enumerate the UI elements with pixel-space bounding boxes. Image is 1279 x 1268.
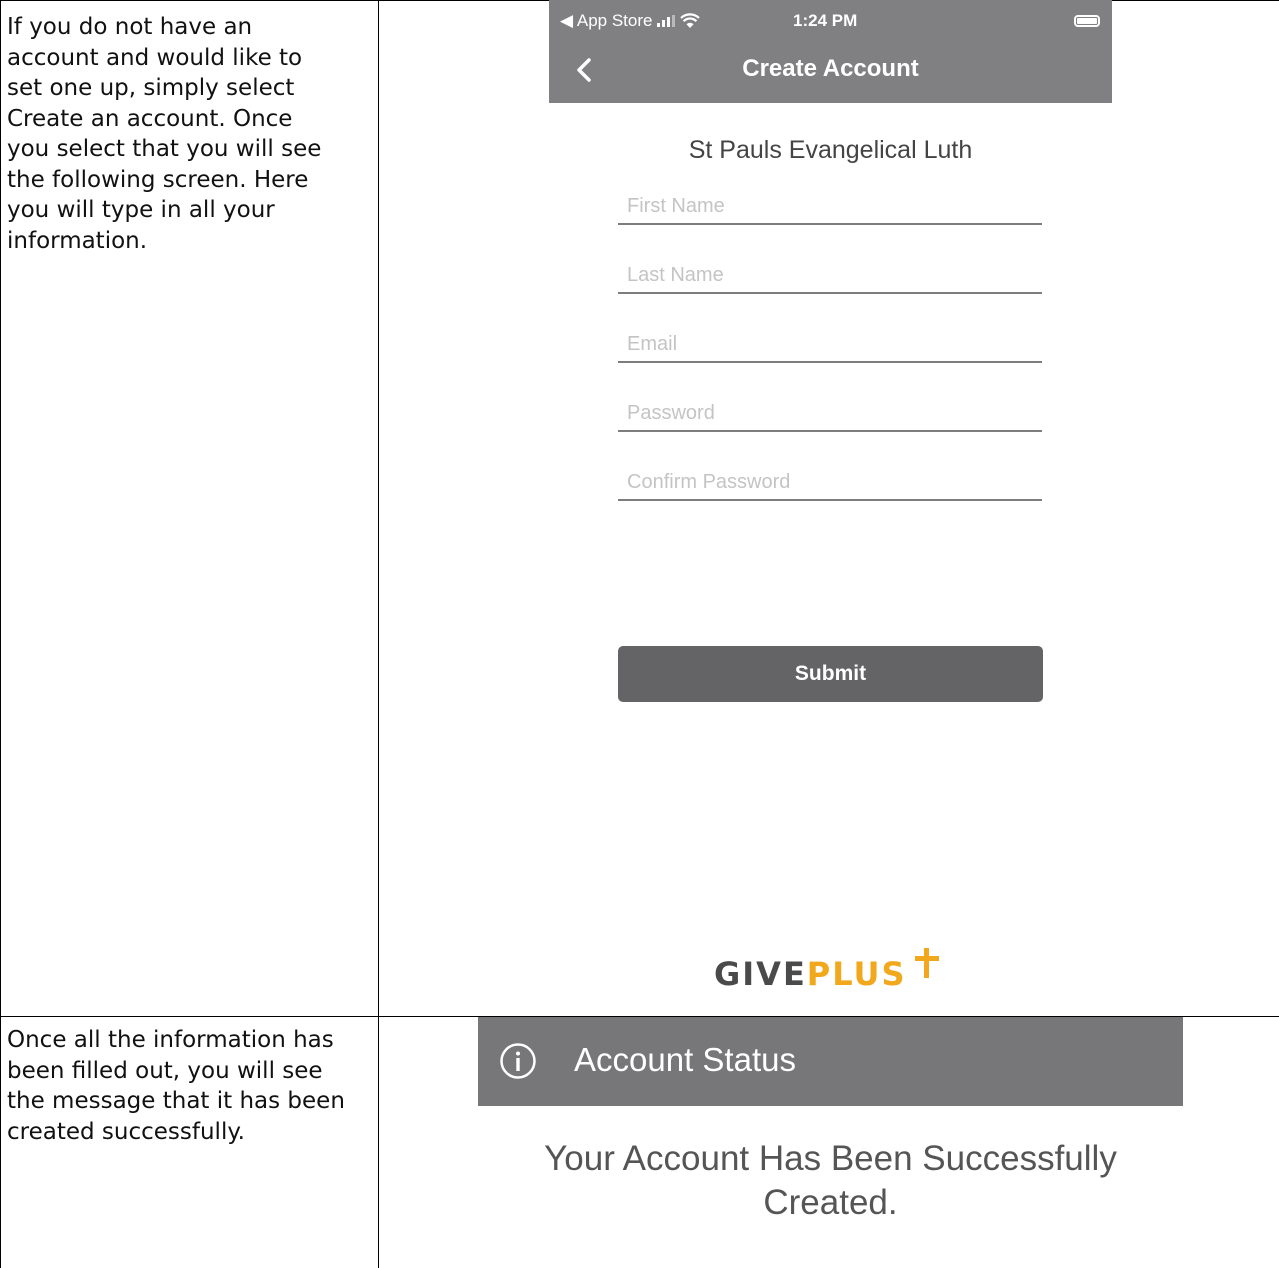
status-bar-left: ◀ App Store	[560, 11, 701, 31]
info-icon	[500, 1043, 536, 1079]
logo-give-text: GIVE	[714, 955, 807, 993]
confirm-password-field[interactable]	[618, 465, 1042, 501]
signal-icon	[657, 15, 676, 27]
instruction-text-account-created: Once all the information has been filled…	[7, 1027, 345, 1145]
account-status-header: Account Status	[478, 1017, 1183, 1106]
account-status-title: Account Status	[574, 1041, 796, 1078]
document-page: If you do not have an account and would …	[0, 0, 1279, 1268]
battery-icon	[1074, 15, 1100, 27]
organization-name: St Pauls Evangelical Luth	[688, 136, 973, 164]
nav-bar: ◀ App Store 1:24 PM Create Account	[549, 0, 1112, 103]
table-border-left	[0, 0, 1, 1268]
logo-plus-text: PLUS	[806, 955, 907, 993]
cross-icon	[915, 948, 939, 978]
last-name-field[interactable]	[618, 258, 1042, 294]
email-field[interactable]	[618, 327, 1042, 363]
back-to-app-store-link[interactable]: ◀ App Store	[560, 11, 652, 31]
account-status-message: Your Account Has Been Successfully Creat…	[544, 1139, 1117, 1222]
giveplus-logo: GIVEPLUS	[714, 948, 954, 1015]
wifi-icon	[680, 13, 701, 28]
password-field[interactable]	[618, 396, 1042, 432]
submit-button[interactable]: Submit	[618, 646, 1043, 702]
page-title: Create Account	[742, 55, 919, 82]
table-column-divider	[378, 0, 379, 1268]
first-name-field[interactable]	[618, 189, 1042, 225]
status-time: 1:24 PM	[793, 11, 858, 30]
status-bar: ◀ App Store 1:24 PM	[549, 9, 1112, 37]
instruction-text-create-account: If you do not have an account and would …	[7, 14, 322, 254]
